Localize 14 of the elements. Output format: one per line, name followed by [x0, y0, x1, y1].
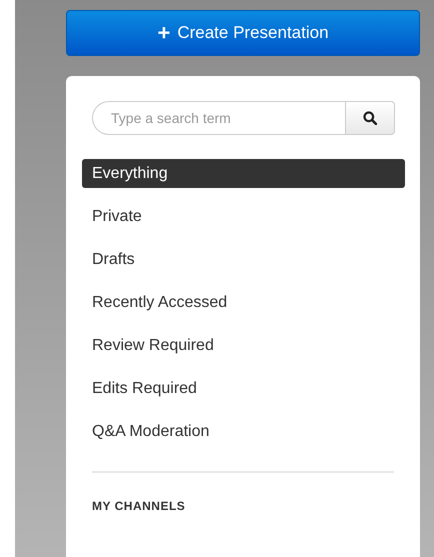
plus-icon: + [157, 22, 170, 44]
search-field[interactable]: Type a search term [92, 101, 345, 135]
create-presentation-button[interactable]: + Create Presentation [66, 10, 420, 56]
nav-item[interactable]: Q&A Moderation [82, 417, 405, 446]
nav-item[interactable]: Everything [82, 159, 405, 188]
nav-item[interactable]: Edits Required [82, 374, 405, 403]
nav-item[interactable]: Private [82, 202, 405, 231]
search-button[interactable] [345, 101, 395, 135]
nav-item[interactable]: Review Required [82, 331, 405, 360]
nav-item[interactable]: Recently Accessed [82, 288, 405, 317]
search-icon [363, 111, 377, 125]
section-heading: MY CHANNELS [92, 499, 186, 513]
nav-item[interactable]: Drafts [82, 245, 405, 274]
button-label: Create Presentation [177, 23, 329, 43]
